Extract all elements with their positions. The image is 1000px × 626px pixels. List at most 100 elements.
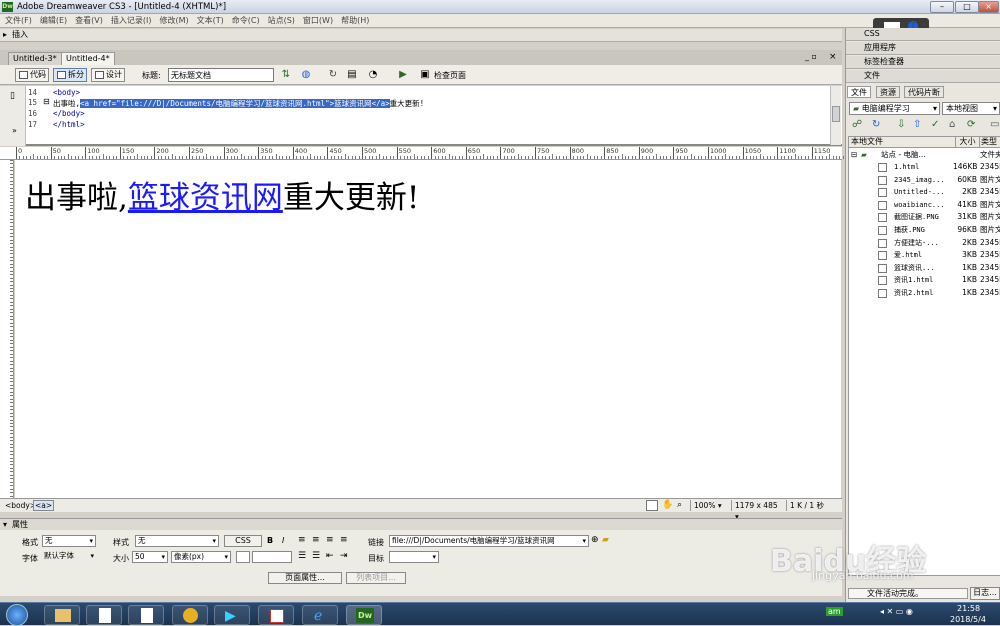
expand-icon[interactable]: ▭ bbox=[990, 119, 999, 130]
unordered-list-icon[interactable]: ☰ bbox=[298, 551, 306, 561]
file-icon[interactable]: ▯ bbox=[10, 91, 15, 101]
files-panel-header[interactable]: 文件 bbox=[846, 70, 1000, 83]
column-size[interactable]: 大小 bbox=[955, 137, 979, 148]
get-files-icon[interactable]: ⇩ bbox=[897, 119, 905, 130]
code-pane[interactable]: ▯ » 14 <body> 15 ⊟ 出事啦,<a href="file:///… bbox=[0, 86, 842, 146]
taskbar-paint[interactable] bbox=[258, 605, 294, 625]
align-center-icon[interactable]: ≡ bbox=[312, 535, 320, 545]
zoom-tool-icon[interactable]: ⌕ bbox=[677, 500, 682, 510]
browser-preview-icon[interactable]: ◍ bbox=[299, 69, 313, 81]
taskbar-doc-2[interactable] bbox=[128, 605, 164, 625]
document-title-input[interactable] bbox=[168, 68, 274, 82]
put-files-icon[interactable]: ⇧ bbox=[913, 119, 921, 130]
align-justify-icon[interactable]: ≡ bbox=[340, 535, 348, 545]
align-right-icon[interactable]: ≡ bbox=[326, 535, 334, 545]
code-scroll-thumb[interactable] bbox=[832, 106, 840, 122]
code-view-button[interactable]: 代码 bbox=[15, 68, 49, 82]
menu-text[interactable]: 文本(T) bbox=[197, 15, 224, 26]
tab-untitled-3[interactable]: Untitled-3* bbox=[8, 52, 62, 65]
tag-selector-body[interactable]: <body> bbox=[5, 501, 36, 510]
page-properties-button[interactable]: 页面属性... bbox=[268, 572, 342, 584]
split-view-button[interactable]: 拆分 bbox=[53, 68, 87, 82]
browse-folder-icon[interactable]: ▰ bbox=[602, 535, 609, 545]
visual-aids-icon[interactable]: ◔ bbox=[366, 69, 380, 81]
tab-files[interactable]: 文件 bbox=[847, 86, 871, 98]
clock-time[interactable]: 21:58 bbox=[957, 604, 980, 613]
size-select[interactable]: 50 bbox=[132, 551, 168, 563]
menu-file[interactable]: 文件(F) bbox=[5, 15, 32, 26]
file-row[interactable]: 1.html 146KB2345E bbox=[849, 161, 1000, 173]
taskbar-explorer[interactable] bbox=[44, 605, 80, 625]
size-unit-select[interactable]: 像素(px) bbox=[171, 551, 231, 563]
menu-commands[interactable]: 命令(C) bbox=[232, 15, 260, 26]
column-local-files[interactable]: 本地文件 bbox=[849, 137, 955, 148]
tab-snippets[interactable]: 代码片断 bbox=[904, 86, 944, 98]
start-button[interactable] bbox=[6, 604, 28, 626]
restore-doc-icon[interactable]: _ ▫ bbox=[805, 52, 817, 61]
close-button[interactable]: × bbox=[978, 1, 999, 13]
tray-icons[interactable]: ◂ ✕ ▭ ◉ bbox=[880, 607, 913, 616]
menu-modify[interactable]: 修改(M) bbox=[159, 15, 188, 26]
fold-toggle-icon[interactable]: ⊟ bbox=[43, 97, 50, 106]
properties-panel-header[interactable]: ▾ 属性 bbox=[0, 518, 842, 530]
refresh-files-icon[interactable]: ↻ bbox=[872, 119, 880, 130]
menu-view[interactable]: 查看(V) bbox=[75, 15, 103, 26]
text-color-input[interactable] bbox=[252, 551, 292, 563]
collapse-icon[interactable]: » bbox=[12, 126, 17, 135]
file-row[interactable]: 2345_imag... 60KB 图片文 bbox=[849, 174, 1000, 186]
close-doc-icon[interactable]: × bbox=[829, 52, 837, 62]
tag-inspector-panel-header[interactable]: 标签检查器 bbox=[846, 56, 1000, 69]
design-link[interactable]: 篮球资讯网 bbox=[128, 180, 283, 216]
file-row[interactable]: 爱.html 3KB2345E bbox=[849, 249, 1000, 261]
validate-markup-icon[interactable]: ▶ bbox=[396, 69, 410, 81]
style-select[interactable]: 无 bbox=[135, 535, 219, 547]
collapse-tree-icon[interactable]: ⊟ bbox=[851, 149, 857, 161]
file-row[interactable]: 截图证据.PNG 31KB 图片文 bbox=[849, 211, 1000, 223]
file-row[interactable]: 捕获.PNG 96KB 图片文 bbox=[849, 224, 1000, 236]
column-type[interactable]: 类型 bbox=[979, 137, 1000, 148]
align-left-icon[interactable]: ≡ bbox=[298, 535, 306, 545]
tab-untitled-4[interactable]: Untitled-4* bbox=[61, 52, 115, 65]
menu-edit[interactable]: 编辑(E) bbox=[40, 15, 67, 26]
format-select[interactable]: 无 bbox=[42, 535, 96, 547]
file-row[interactable]: 资讯1.html 1KB2345E bbox=[849, 274, 1000, 286]
text-color-picker[interactable] bbox=[236, 551, 250, 563]
application-panel-header[interactable]: 应用程序 bbox=[846, 42, 1000, 55]
menu-help[interactable]: 帮助(H) bbox=[341, 15, 369, 26]
refresh-icon[interactable]: ↻ bbox=[326, 69, 340, 81]
window-size-select[interactable]: 1179 x 485 ▾ bbox=[731, 500, 785, 521]
css-panel-header[interactable]: CSS bbox=[846, 28, 1000, 41]
sync-icon[interactable]: ⟳ bbox=[967, 119, 975, 130]
file-row[interactable]: 篮球资讯... 1KB2345E bbox=[849, 262, 1000, 274]
select-tool-icon[interactable] bbox=[646, 500, 658, 511]
zoom-select[interactable]: 100% ▾ bbox=[690, 500, 730, 511]
font-select[interactable]: 默认字体 bbox=[42, 551, 96, 563]
bold-button[interactable]: B bbox=[267, 536, 273, 545]
code-scrollbar[interactable] bbox=[830, 86, 841, 145]
tray-app-icon[interactable]: am bbox=[826, 607, 843, 616]
taskbar-video[interactable]: ▶ bbox=[214, 605, 250, 625]
minimize-button[interactable]: – bbox=[930, 1, 954, 13]
view-options-icon[interactable]: ▤ bbox=[345, 69, 359, 81]
point-to-file-icon[interactable]: ⊕ bbox=[591, 535, 599, 545]
list-item-button[interactable]: 列表项目... bbox=[346, 572, 406, 584]
outdent-icon[interactable]: ⇤ bbox=[326, 551, 334, 561]
selected-code[interactable]: <a href="file:///D|/Documents/电脑编程学习/篮球资… bbox=[80, 99, 390, 108]
menu-site[interactable]: 站点(S) bbox=[268, 15, 295, 26]
design-view-button[interactable]: 设计 bbox=[91, 68, 125, 82]
check-page-icon[interactable]: ▣ bbox=[418, 69, 432, 81]
file-row[interactable]: Untitled-... 2KB2345E bbox=[849, 186, 1000, 198]
check-in-icon[interactable]: ⌂ bbox=[949, 119, 955, 130]
indent-icon[interactable]: ⇥ bbox=[340, 551, 348, 561]
menu-insert-record[interactable]: 插入记录(I) bbox=[111, 15, 152, 26]
file-row[interactable]: 方便建站-... 2KB2345E bbox=[849, 237, 1000, 249]
maximize-button[interactable]: □ bbox=[955, 1, 979, 13]
tab-assets[interactable]: 资源 bbox=[876, 86, 900, 98]
taskbar-player[interactable] bbox=[172, 605, 208, 625]
view-select[interactable]: 本地视图 ▾ bbox=[942, 102, 1000, 115]
ordered-list-icon[interactable]: ☰ bbox=[312, 551, 320, 561]
insert-panel-header[interactable]: ▸ 插入 bbox=[0, 29, 842, 42]
tag-selector-a[interactable]: <a> bbox=[33, 500, 55, 511]
taskbar-dreamweaver[interactable]: Dw bbox=[346, 605, 382, 625]
design-paragraph[interactable]: 出事啦,篮球资讯网重大更新! bbox=[25, 172, 419, 217]
